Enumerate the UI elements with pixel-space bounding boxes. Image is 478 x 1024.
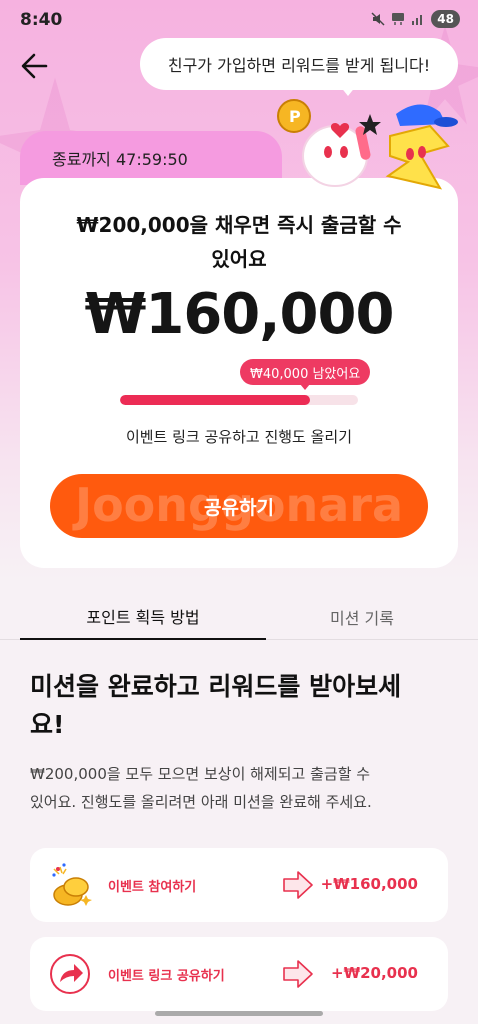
remaining-badge: ₩40,000 남았어요 — [240, 359, 371, 385]
section-title: 미션을 완료하고 리워드를 받아보세 요! — [30, 668, 448, 744]
section-title-line1: 미션을 완료하고 리워드를 받아보세 — [30, 672, 402, 701]
arrow-right-icon — [283, 960, 313, 988]
progress-caption: 이벤트 링크 공유하고 진행도 올리기 — [125, 428, 353, 446]
battery-badge: 48 — [431, 10, 460, 28]
mission-label: 이벤트 링크 공유하기 — [108, 969, 225, 984]
speech-bubble: 친구가 가입하면 리워드를 받게 됩니다! — [140, 38, 458, 90]
card-heading-line1: ₩200,000을 채우면 즉시 출금할 수 — [76, 213, 402, 237]
share-arrow-icon — [50, 954, 90, 994]
section-desc-line2: 있어요. 진행도를 올리려면 아래 미션을 완료해 주세요. — [30, 793, 372, 811]
status-bar: 8:40 48 — [0, 0, 478, 40]
mission-reward: +₩20,000 — [331, 964, 418, 982]
home-indicator[interactable] — [155, 1011, 323, 1016]
card-heading-line2: 있어요 — [211, 247, 267, 271]
tab-bar: 포인트 획득 방법 미션 기록 — [0, 594, 478, 640]
timer-label: 종료까지 47:59:50 — [52, 150, 188, 169]
mute-icon — [371, 12, 385, 26]
section-description: ₩200,000을 모두 모으면 보상이 해제되고 출금할 수 있어요. 진행도… — [30, 760, 450, 816]
svg-text:P: P — [289, 107, 301, 126]
section-title-line2: 요! — [30, 710, 65, 739]
tab-mission-history[interactable]: 미션 기록 — [266, 594, 458, 640]
speech-bubble-tail — [340, 86, 356, 96]
mission-reward: +₩160,000 — [320, 875, 418, 893]
coins-fireworks-icon — [52, 863, 92, 906]
share-button-label: 공유하기 — [204, 496, 274, 519]
mission-item-share-link[interactable]: 이벤트 링크 공유하기 +₩20,000 — [30, 937, 448, 1011]
remaining-badge-tail — [300, 384, 310, 390]
speech-bubble-text: 친구가 가입하면 리워드를 받게 됩니다! — [167, 56, 431, 75]
status-icons: 48 — [371, 10, 460, 28]
back-button[interactable] — [18, 50, 52, 82]
coin-icon: P — [277, 99, 311, 133]
signal-icon — [412, 15, 423, 25]
current-amount: ₩160,000 — [84, 282, 395, 347]
progress-bar-fill — [120, 395, 311, 405]
mission-item-participate[interactable]: 이벤트 참여하기 +₩160,000 — [30, 848, 448, 922]
section-desc-line1: ₩200,000을 모두 모으면 보상이 해제되고 출금할 수 — [30, 765, 371, 783]
arrow-right-icon — [283, 871, 313, 899]
tab-point-methods[interactable]: 포인트 획득 방법 — [20, 594, 266, 640]
5g-icon — [392, 13, 405, 25]
card-heading: ₩200,000을 채우면 즉시 출금할 수 있어요 — [40, 208, 438, 276]
share-button[interactable]: Joonggonara 공유하기 — [50, 474, 428, 538]
status-time: 8:40 — [20, 10, 63, 30]
mission-label: 이벤트 참여하기 — [108, 880, 197, 895]
arrow-left-icon — [21, 53, 48, 79]
progress-bar — [120, 395, 358, 405]
mascot-illustration: P — [277, 99, 458, 190]
